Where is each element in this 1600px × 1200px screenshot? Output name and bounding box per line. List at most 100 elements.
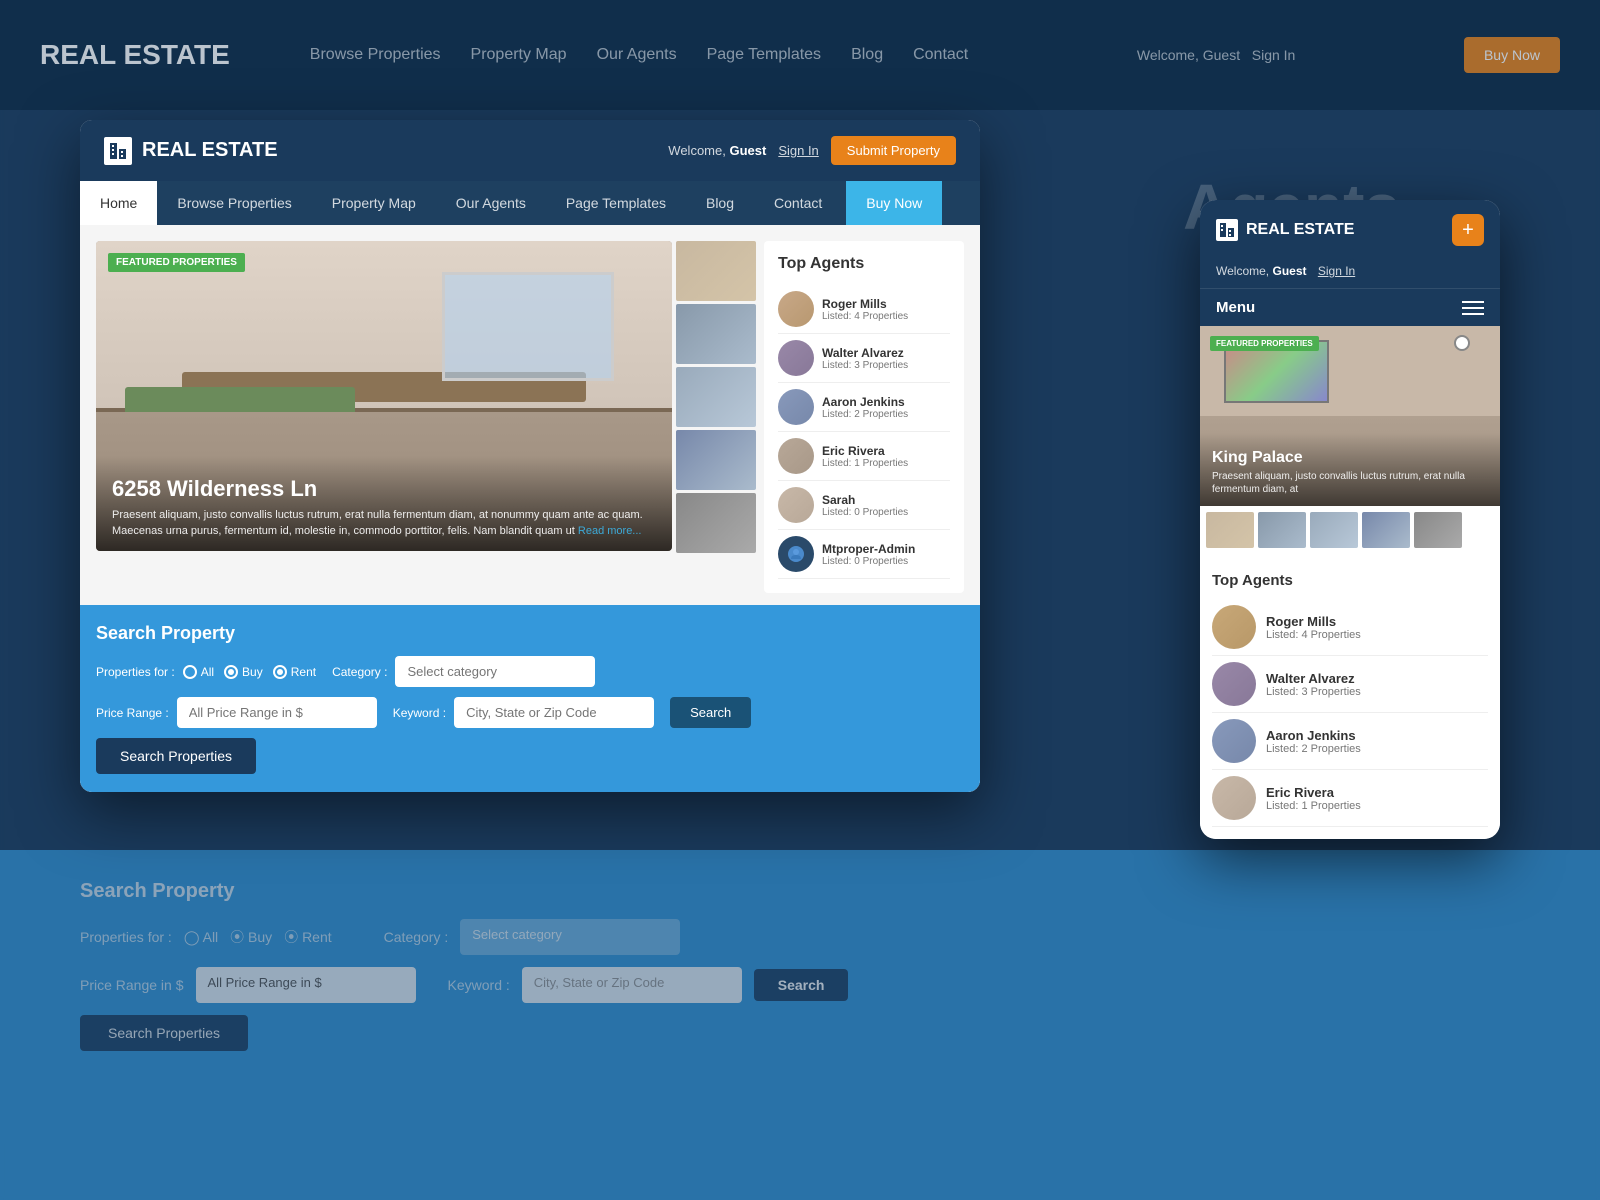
search-row-2: Price Range : Keyword : Search <box>96 697 964 728</box>
submit-property-button[interactable]: Submit Property <box>831 136 956 165</box>
nav-contact[interactable]: Contact <box>754 181 842 225</box>
mobile-featured-title: King Palace <box>1212 449 1488 467</box>
agent-sarah[interactable]: Sarah Listed: 0 Properties <box>778 481 950 530</box>
agent-roger-mills[interactable]: Roger Mills Listed: 4 Properties <box>778 285 950 334</box>
thumbnail-1[interactable] <box>676 241 756 301</box>
mobile-agent-roger[interactable]: Roger Mills Listed: 4 Properties <box>1212 599 1488 656</box>
bg-keyword-input: City, State or Zip Code <box>522 967 742 1003</box>
radio-rent-dot <box>273 665 287 679</box>
mobile-agent-eric[interactable]: Eric Rivera Listed: 1 Properties <box>1212 770 1488 827</box>
nav-our-agents[interactable]: Our Agents <box>436 181 546 225</box>
window-logo-text: REAL ESTATE <box>142 139 278 162</box>
thumbnail-5[interactable] <box>676 493 756 553</box>
category-group: Category : <box>332 656 595 687</box>
mobile-thumb-2[interactable] <box>1258 512 1306 548</box>
search-button[interactable]: Search <box>670 697 751 728</box>
agent-info-roger: Roger Mills Listed: 4 Properties <box>822 297 908 322</box>
mobile-avatar-aaron <box>1212 719 1256 763</box>
bg-category-label: Category : <box>384 929 449 945</box>
price-range-input[interactable] <box>177 697 377 728</box>
category-label: Category : <box>332 665 387 679</box>
bg-search-row1: Properties for : ◯ All ⦿ Buy ⦿ Rent Cate… <box>80 919 1520 955</box>
bg-radio-all: ◯ All <box>184 929 218 946</box>
nav-buy-now[interactable]: Buy Now <box>846 181 942 225</box>
radio-rent[interactable]: Rent <box>273 665 316 679</box>
agent-info-eric: Eric Rivera Listed: 1 Properties <box>822 444 908 469</box>
mobile-menu-label: Menu <box>1216 299 1255 316</box>
mobile-thumb-1[interactable] <box>1206 512 1254 548</box>
bg-price-input: All Price Range in $ <box>196 967 416 1003</box>
thumbnail-2[interactable] <box>676 304 756 364</box>
agent-info-admin: Mtproper-Admin Listed: 0 Properties <box>822 542 915 567</box>
radio-buy[interactable]: Buy <box>224 665 263 679</box>
mobile-window: REAL ESTATE + Welcome, Guest Sign In Men… <box>1200 200 1500 839</box>
agent-eric-rivera[interactable]: Eric Rivera Listed: 1 Properties <box>778 432 950 481</box>
bg-search-props-row: Search Properties <box>80 1015 1520 1051</box>
price-range-group: Price Range : <box>96 697 377 728</box>
nav-property-map[interactable]: Property Map <box>312 181 436 225</box>
agent-mtproper-admin[interactable]: Mtproper-Admin Listed: 0 Properties <box>778 530 950 579</box>
mobile-thumb-3[interactable] <box>1310 512 1358 548</box>
mobile-thumb-5[interactable] <box>1414 512 1462 548</box>
mobile-menu-bar: Menu <box>1200 288 1500 326</box>
mobile-featured-image[interactable]: FEATURED PROPERTIES King Palace Praesent… <box>1200 326 1500 506</box>
search-properties-button[interactable]: Search Properties <box>96 738 256 774</box>
nav-browse-properties[interactable]: Browse Properties <box>157 181 311 225</box>
bg-props-label: Properties for : <box>80 929 172 945</box>
agent-walter-alvarez[interactable]: Walter Alvarez Listed: 3 Properties <box>778 334 950 383</box>
thumbnail-4[interactable] <box>676 430 756 490</box>
agent-avatar-aaron <box>778 389 814 425</box>
nav-blog[interactable]: Blog <box>686 181 754 225</box>
agent-avatar-eric <box>778 438 814 474</box>
window-navigation: Home Browse Properties Property Map Our … <box>80 181 980 225</box>
mobile-agent-walter[interactable]: Walter Alvarez Listed: 3 Properties <box>1212 656 1488 713</box>
mobile-agent-aaron[interactable]: Aaron Jenkins Listed: 2 Properties <box>1212 713 1488 770</box>
mobile-thumb-4[interactable] <box>1362 512 1410 548</box>
featured-badge: FEATURED PROPERTIES <box>108 253 245 272</box>
keyword-input[interactable] <box>454 697 654 728</box>
mobile-featured-badge: FEATURED PROPERTIES <box>1210 336 1319 351</box>
hamburger-icon[interactable] <box>1462 301 1484 315</box>
featured-section: FEATURED PROPERTIES 6258 Wilderness Ln P… <box>80 225 980 593</box>
room-window <box>442 272 615 381</box>
window-content: FEATURED PROPERTIES 6258 Wilderness Ln P… <box>80 225 980 792</box>
keyword-group: Keyword : <box>393 697 654 728</box>
agent-info-sarah: Sarah Listed: 0 Properties <box>822 493 908 518</box>
agent-avatar-admin <box>778 536 814 572</box>
thumbnail-3[interactable] <box>676 367 756 427</box>
background-search: Search Property Properties for : ◯ All ⦿… <box>0 850 1600 1200</box>
building-icon <box>104 137 132 165</box>
sign-in-link[interactable]: Sign In <box>778 143 818 158</box>
featured-main-image[interactable]: FEATURED PROPERTIES 6258 Wilderness Ln P… <box>96 241 672 551</box>
keyword-label: Keyword : <box>393 706 446 720</box>
nav-page-templates[interactable]: Page Templates <box>546 181 686 225</box>
bg-search-props-btn: Search Properties <box>80 1015 248 1051</box>
mobile-logo: REAL ESTATE <box>1216 219 1354 241</box>
agent-avatar-roger <box>778 291 814 327</box>
bg-search-row2: Price Range in $ All Price Range in $ Ke… <box>80 967 1520 1003</box>
agent-info-aaron: Aaron Jenkins Listed: 2 Properties <box>822 395 908 420</box>
mobile-avatar-walter <box>1212 662 1256 706</box>
featured-read-more-link[interactable]: Read more... <box>578 525 642 537</box>
window-logo: REAL ESTATE <box>104 137 278 165</box>
price-range-label: Price Range : <box>96 706 169 720</box>
category-select[interactable] <box>395 656 595 687</box>
radio-all[interactable]: All <box>183 665 214 679</box>
agent-aaron-jenkins[interactable]: Aaron Jenkins Listed: 2 Properties <box>778 383 950 432</box>
mobile-avatar-eric <box>1212 776 1256 820</box>
window-header: REAL ESTATE Welcome, Guest Sign In Submi… <box>80 120 980 181</box>
mobile-featured-desc: Praesent aliquam, justo convallis luctus… <box>1212 470 1488 496</box>
search-section-title: Search Property <box>96 623 964 644</box>
mobile-plus-button[interactable]: + <box>1452 214 1484 246</box>
mobile-building-icon <box>1216 219 1238 241</box>
mobile-thumb-row <box>1200 506 1500 554</box>
mobile-sign-in-link[interactable]: Sign In <box>1318 264 1355 278</box>
bg-nav-map: Property Map <box>471 46 567 64</box>
mobile-clock <box>1454 335 1470 351</box>
background-navbar: REAL ESTATE Browse Properties Property M… <box>0 0 1600 110</box>
radio-all-dot <box>183 665 197 679</box>
nav-home[interactable]: Home <box>80 181 157 225</box>
properties-for-group: Properties for : All Buy <box>96 665 316 679</box>
bg-category-input: Select category <box>460 919 680 955</box>
featured-property-title: 6258 Wilderness Ln <box>112 476 656 502</box>
